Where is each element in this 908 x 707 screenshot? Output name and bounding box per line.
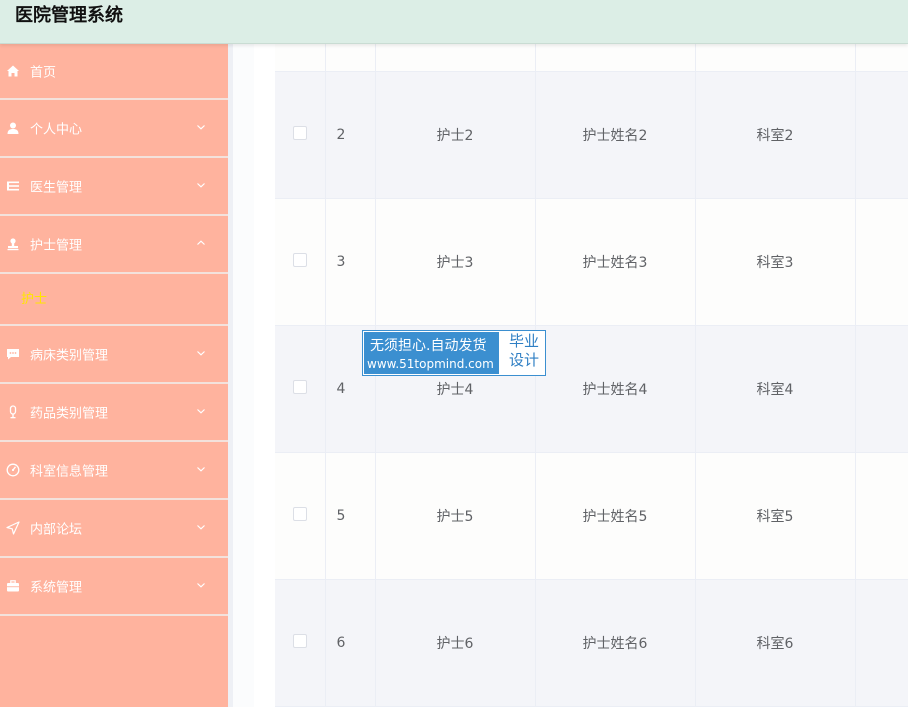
table-row[interactable]: 2 护士2 护士姓名2 科室2 bbox=[275, 71, 908, 199]
row-index: 6 bbox=[325, 579, 376, 707]
sidebar-item-drug-category[interactable]: 药品类别管理 bbox=[0, 384, 228, 442]
watermark-line-2: www.51topmind.com bbox=[367, 357, 494, 371]
row-checkbox[interactable] bbox=[292, 252, 307, 267]
briefcase-icon bbox=[6, 579, 20, 593]
row-select-cell bbox=[275, 579, 326, 707]
table-cell bbox=[325, 44, 376, 72]
content-gutter bbox=[228, 44, 254, 707]
chevron-down-icon bbox=[197, 125, 205, 130]
row-checkbox[interactable] bbox=[292, 379, 307, 394]
nurse-name-cell: 护士姓名4 bbox=[535, 325, 696, 453]
table-cell bbox=[535, 44, 696, 72]
app-title: 医院管理系统 bbox=[15, 5, 123, 26]
content-gutter-inner bbox=[233, 44, 254, 707]
table-row[interactable]: 5 护士5 护士姓名5 科室5 bbox=[275, 452, 908, 580]
nurse-name-cell: 护士姓名5 bbox=[535, 452, 696, 580]
sidebar-subitem-nurse[interactable]: 护士 bbox=[0, 274, 228, 326]
sidebar-item-label: 护士管理 bbox=[30, 238, 83, 254]
row-select-cell bbox=[275, 71, 326, 199]
list-icon bbox=[6, 179, 20, 193]
sidebar-item-label: 药品类别管理 bbox=[30, 406, 109, 422]
watermark-side-label: 毕业 设计 bbox=[504, 332, 544, 370]
sidebar-item-personal-center[interactable]: 个人中心 bbox=[0, 100, 228, 158]
table-cell bbox=[695, 44, 856, 72]
watermark-line-1: 无须担心.自动发货 bbox=[370, 338, 487, 354]
row-select-cell bbox=[275, 325, 326, 453]
department-cell: 科室4 bbox=[695, 325, 856, 453]
table-cell bbox=[855, 325, 908, 453]
sidebar-item-label: 首页 bbox=[30, 65, 57, 81]
stamp-icon bbox=[6, 237, 20, 251]
table-cell bbox=[275, 44, 326, 72]
table-row[interactable]: 6 护士6 护士姓名6 科室6 bbox=[275, 579, 908, 707]
chevron-down-icon bbox=[197, 183, 205, 188]
department-cell: 科室2 bbox=[695, 71, 856, 199]
row-checkbox[interactable] bbox=[292, 506, 307, 521]
watermark-side-top: 毕业 bbox=[508, 332, 539, 350]
sidebar-item-label: 个人中心 bbox=[30, 122, 83, 138]
sidebar-menu: 首页 个人中心 医生管理 护士管理 护士 病床类别管理 药品类别管理 科室信息管… bbox=[0, 44, 228, 707]
app-header: 医院管理系统 bbox=[0, 0, 908, 44]
table-row[interactable]: 3 护士3 护士姓名3 科室3 bbox=[275, 198, 908, 326]
table-cell bbox=[855, 44, 908, 72]
nurse-name-cell: 护士姓名3 bbox=[535, 198, 696, 326]
chevron-up-icon bbox=[197, 240, 205, 245]
sidebar-item-nurse-management[interactable]: 护士管理 bbox=[0, 216, 228, 274]
nurse-name-cell: 护士姓名2 bbox=[535, 71, 696, 199]
chevron-down-icon bbox=[197, 525, 205, 530]
sidebar-item-system-management[interactable]: 系统管理 bbox=[0, 558, 228, 616]
row-select-cell bbox=[275, 198, 326, 326]
table-cell bbox=[375, 44, 536, 72]
nurse-account-cell: 护士2 bbox=[375, 71, 536, 199]
nurse-account-cell: 护士6 bbox=[375, 579, 536, 707]
department-cell: 科室3 bbox=[695, 198, 856, 326]
chevron-down-icon bbox=[197, 351, 205, 356]
table-cell bbox=[855, 71, 908, 199]
row-select-cell bbox=[275, 452, 326, 580]
nurse-name-cell: 护士姓名6 bbox=[535, 579, 696, 707]
row-index: 3 bbox=[325, 198, 376, 326]
table-cell bbox=[855, 452, 908, 580]
sidebar-item-internal-forum[interactable]: 内部论坛 bbox=[0, 500, 228, 558]
watermark-blue-panel: 无须担心.自动发货 www.51topmind.com bbox=[364, 332, 499, 374]
table-cell bbox=[855, 198, 908, 326]
watermark-side-bottom: 设计 bbox=[508, 351, 539, 369]
gauge-icon bbox=[6, 463, 20, 477]
watermark-banner: 无须担心.自动发货 www.51topmind.com 毕业 设计 bbox=[362, 330, 546, 376]
row-checkbox[interactable] bbox=[292, 633, 307, 648]
sidebar-item-home[interactable]: 首页 bbox=[0, 44, 228, 100]
table-row-partial bbox=[275, 44, 908, 72]
microphone-icon bbox=[6, 405, 20, 419]
chevron-down-icon bbox=[197, 467, 205, 472]
sidebar-item-label: 病床类别管理 bbox=[30, 348, 109, 364]
sidebar-item-label: 内部论坛 bbox=[30, 522, 83, 538]
sidebar-item-label: 科室信息管理 bbox=[30, 464, 109, 480]
send-icon bbox=[6, 521, 20, 535]
sidebar-item-label: 医生管理 bbox=[30, 180, 83, 196]
department-cell: 科室6 bbox=[695, 579, 856, 707]
sidebar-item-department-info[interactable]: 科室信息管理 bbox=[0, 442, 228, 500]
chat-icon bbox=[6, 347, 20, 361]
table-cell bbox=[855, 579, 908, 707]
row-index: 5 bbox=[325, 452, 376, 580]
nurse-account-cell: 护士3 bbox=[375, 198, 536, 326]
sidebar-subitem-label: 护士 bbox=[21, 292, 48, 307]
home-icon bbox=[6, 64, 20, 78]
nurse-account-cell: 护士5 bbox=[375, 452, 536, 580]
chevron-down-icon bbox=[197, 583, 205, 588]
row-checkbox[interactable] bbox=[292, 125, 307, 140]
sidebar-item-label: 系统管理 bbox=[30, 580, 83, 596]
row-index: 2 bbox=[325, 71, 376, 199]
department-cell: 科室5 bbox=[695, 452, 856, 580]
chevron-down-icon bbox=[197, 409, 205, 414]
sidebar-item-doctor-management[interactable]: 医生管理 bbox=[0, 158, 228, 216]
sidebar-item-bed-category[interactable]: 病床类别管理 bbox=[0, 326, 228, 384]
user-icon bbox=[6, 121, 20, 135]
